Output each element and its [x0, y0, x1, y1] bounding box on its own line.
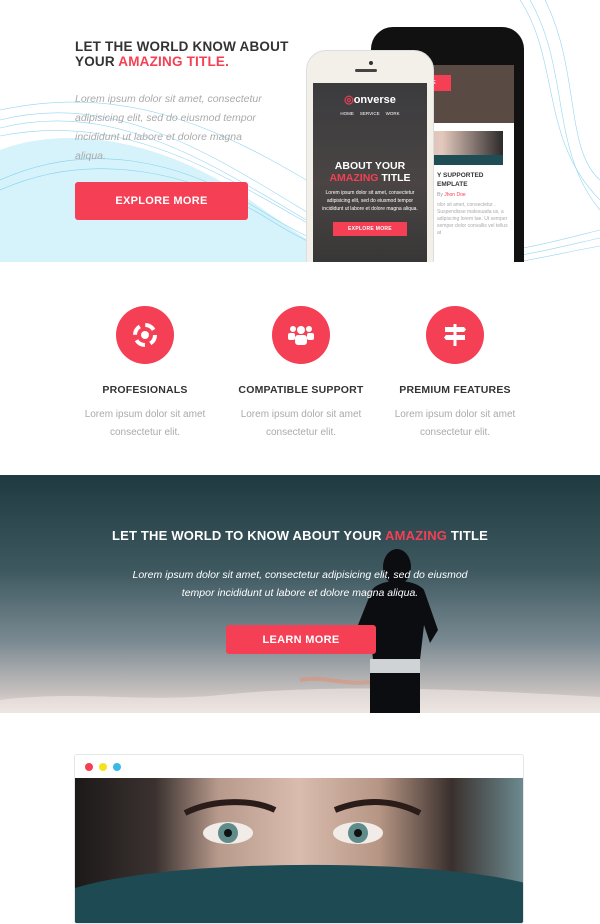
phone-mockup-front: ◎onverse HOME SERVICE WORK ABOUT YOUR AMAZI…	[306, 50, 434, 262]
users-icon	[272, 306, 330, 364]
phone-explore-button: EXPLORE MORE	[333, 222, 407, 236]
explore-more-button[interactable]: EXPLORE MORE	[75, 182, 248, 220]
signpost-icon	[426, 306, 484, 364]
cta-banner: LET THE WORLD TO KNOW ABOUT YOUR AMAZING…	[0, 475, 600, 713]
close-dot-icon	[85, 762, 93, 771]
browser-window-controls	[75, 755, 523, 778]
feature-professionals: PROFESIONALS Lorem ipsum dolor sit amet …	[65, 306, 225, 442]
phone-back-text: olor sit amet, consectetur . Suspendisse…	[437, 202, 508, 236]
minimize-dot-icon	[99, 762, 107, 771]
banner-title: LET THE WORLD TO KNOW ABOUT YOUR AMAZING…	[111, 528, 489, 543]
learn-more-button[interactable]: LEARN MORE	[226, 625, 376, 654]
hero-text: Lorem ipsum dolor sit amet, consectetur …	[75, 93, 262, 162]
phone-back-heading: Y SUPPORTED EMPLATE	[437, 172, 484, 188]
phone-logo: ◎onverse	[344, 94, 396, 106]
features-section: PROFESIONALS Lorem ipsum dolor sit amet …	[0, 262, 600, 475]
phone-back-author: By Jhon Doe	[437, 192, 466, 198]
life-ring-icon	[116, 306, 174, 364]
phone-text: Lorem ipsum dolor sit amet, consectetur …	[322, 190, 418, 212]
phone-nav: HOME SERVICE WORK	[340, 111, 400, 116]
phone-title: ABOUT YOUR AMAZING TITLE	[329, 160, 411, 184]
browser-mockup	[74, 754, 524, 924]
hero-title: LET THE WORLD KNOW ABOUT YOUR AMAZING TIT…	[75, 39, 289, 69]
woman-eyes-photo	[75, 778, 523, 923]
feature-premium-features: PREMIUM FEATURES Lorem ipsum dolor sit a…	[375, 306, 535, 442]
banner-text: Lorem ipsum dolor sit amet, consectetur …	[132, 569, 468, 599]
maximize-dot-icon	[113, 762, 121, 771]
hero-section: LET THE WORLD KNOW ABOUT YOUR AMAZING TIT…	[0, 0, 600, 262]
feature-compatible-support: COMPATIBLE SUPPORT Lorem ipsum dolor sit…	[221, 306, 381, 442]
